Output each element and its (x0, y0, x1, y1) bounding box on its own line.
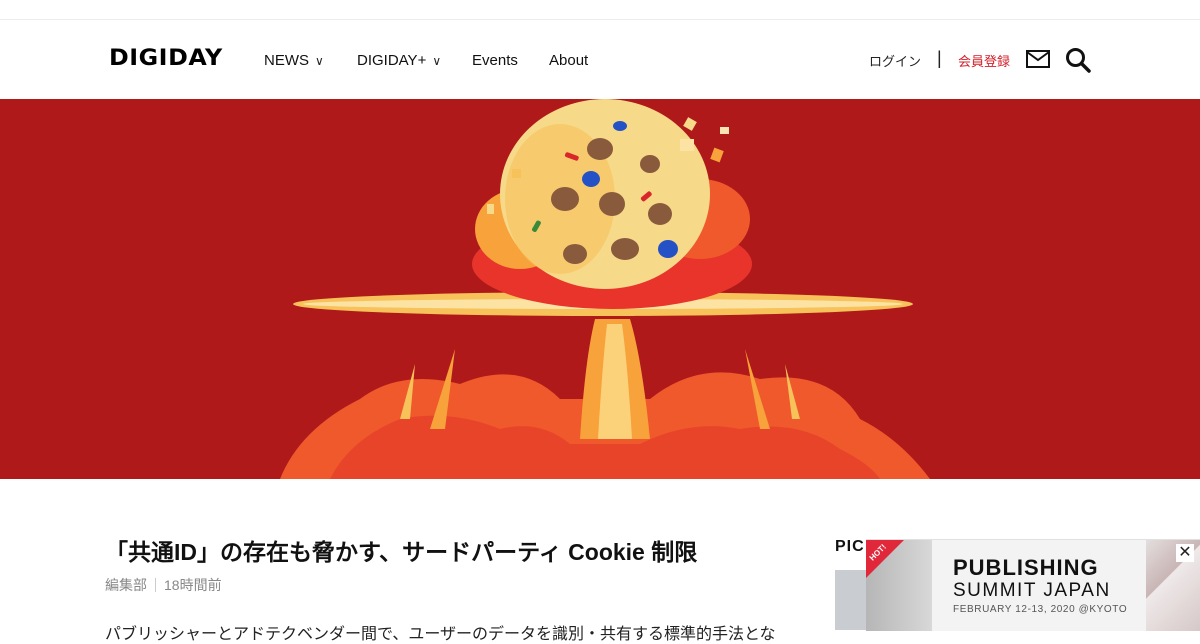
nav-item-news[interactable]: NEWS ∨ (264, 52, 324, 69)
nav-item-label: Events (472, 52, 518, 69)
header-divider: | (937, 48, 942, 68)
top-strip (0, 0, 1200, 20)
meta-divider (155, 578, 156, 592)
nav-item-label: About (549, 52, 589, 69)
article-time: 18時間前 (164, 577, 222, 593)
site-logo[interactable]: DIGIDAY (109, 46, 223, 71)
article-author[interactable]: 編集部 (105, 577, 147, 593)
close-icon[interactable]: ✕ (1176, 544, 1194, 562)
chevron-down-icon: ∨ (432, 54, 442, 68)
chevron-down-icon: ∨ (315, 54, 324, 68)
ad-title-line2: SUMMIT JAPAN (953, 580, 1111, 601)
search-icon[interactable] (1065, 47, 1091, 73)
nav-item-about[interactable]: About (549, 52, 588, 69)
nav-item-digiday-plus[interactable]: DIGIDAY+ ∨ (357, 52, 441, 69)
hero-image[interactable] (0, 99, 1200, 479)
article-meta: 編集部 18時間前 (105, 575, 222, 595)
nav-item-label: NEWS (264, 52, 309, 69)
ad-date: FEBRUARY 12-13, 2020 @KYOTO (953, 604, 1128, 615)
register-link[interactable]: 会員登録 (958, 51, 1010, 70)
mail-icon[interactable] (1026, 49, 1050, 69)
article-excerpt: パブリッシャーとアドテクベンダー間で、ユーザーのデータを識別・共有する標準的手法… (105, 626, 776, 643)
article-title[interactable]: 「共通ID」の存在も脅かす、サードパーティ Cookie 制限 (105, 533, 697, 567)
nav-item-label: DIGIDAY+ (357, 52, 427, 69)
sidebar-heading: PIC (835, 538, 865, 555)
ad-banner[interactable]: HOT! PUBLISHING SUMMIT JAPAN FEBRUARY 12… (866, 539, 1200, 631)
nav-item-events[interactable]: Events (472, 52, 518, 69)
site-header: DIGIDAY NEWS ∨ DIGIDAY+ ∨ Events About ログイ… (0, 20, 1200, 99)
cookie-explosion-illustration (0, 99, 1200, 479)
login-link[interactable]: ログイン (869, 51, 921, 70)
ad-title-line1: PUBLISHING (953, 555, 1099, 580)
